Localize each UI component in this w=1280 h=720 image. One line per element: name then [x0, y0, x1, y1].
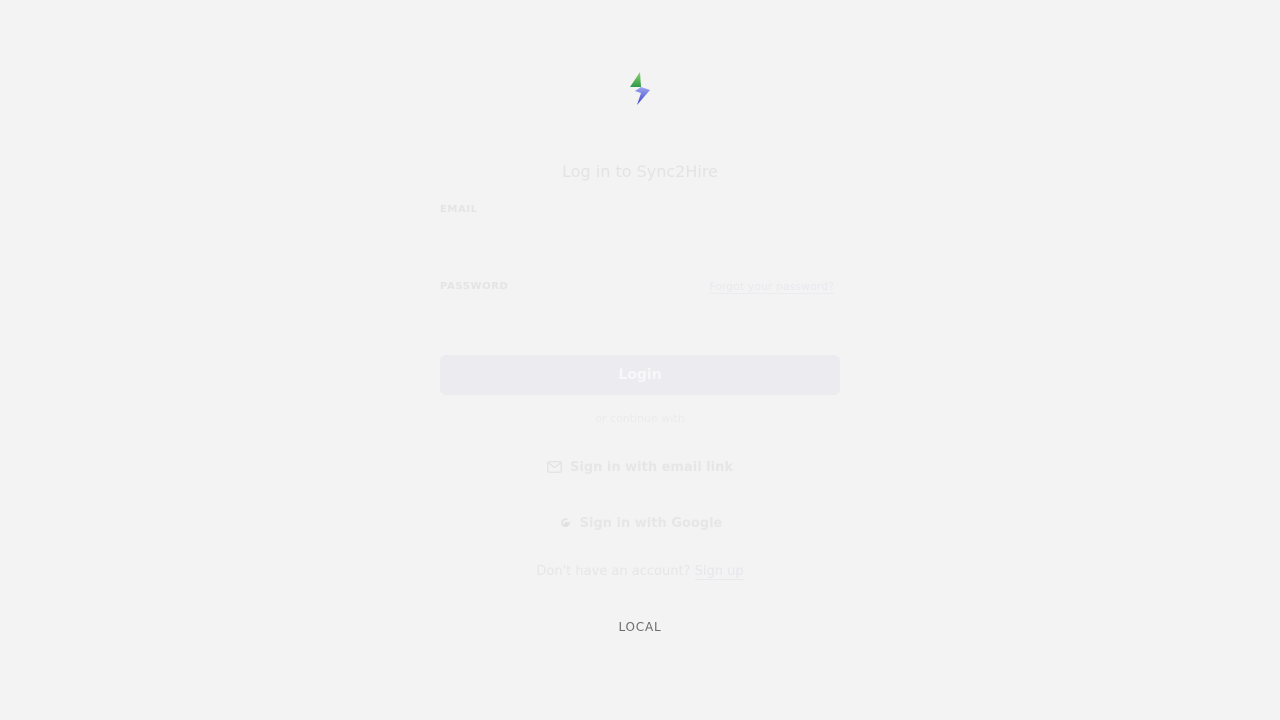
divider-text: or continue with: [595, 412, 685, 425]
google-signin-button[interactable]: Sign in with Google: [440, 508, 840, 538]
email-label: EMAIL: [440, 204, 478, 215]
password-label: PASSWORD: [440, 281, 509, 292]
lightning-bolt-logo: [630, 72, 650, 105]
google-signin-label: Sign in with Google: [579, 515, 723, 531]
signup-prompt: Don't have an account?: [536, 564, 691, 579]
page-title: Log in to Sync2Hire: [562, 162, 718, 181]
login-page: Log in to Sync2Hire EMAIL PASSWORD Forgo…: [0, 0, 1280, 720]
signup-row: Don't have an account? Sign up: [0, 564, 1280, 580]
signup-link[interactable]: Sign up: [694, 564, 744, 580]
google-icon: [558, 516, 572, 530]
password-field[interactable]: [440, 302, 844, 338]
email-link-signin-button[interactable]: Sign in with email link: [440, 452, 840, 482]
environment-label: LOCAL: [618, 620, 662, 634]
login-button[interactable]: Login: [440, 355, 840, 395]
email-link-signin-label: Sign in with email link: [570, 459, 733, 475]
forgot-password-link[interactable]: Forgot your password?: [709, 280, 834, 294]
email-field[interactable]: [440, 226, 840, 260]
mail-icon: [547, 461, 562, 473]
